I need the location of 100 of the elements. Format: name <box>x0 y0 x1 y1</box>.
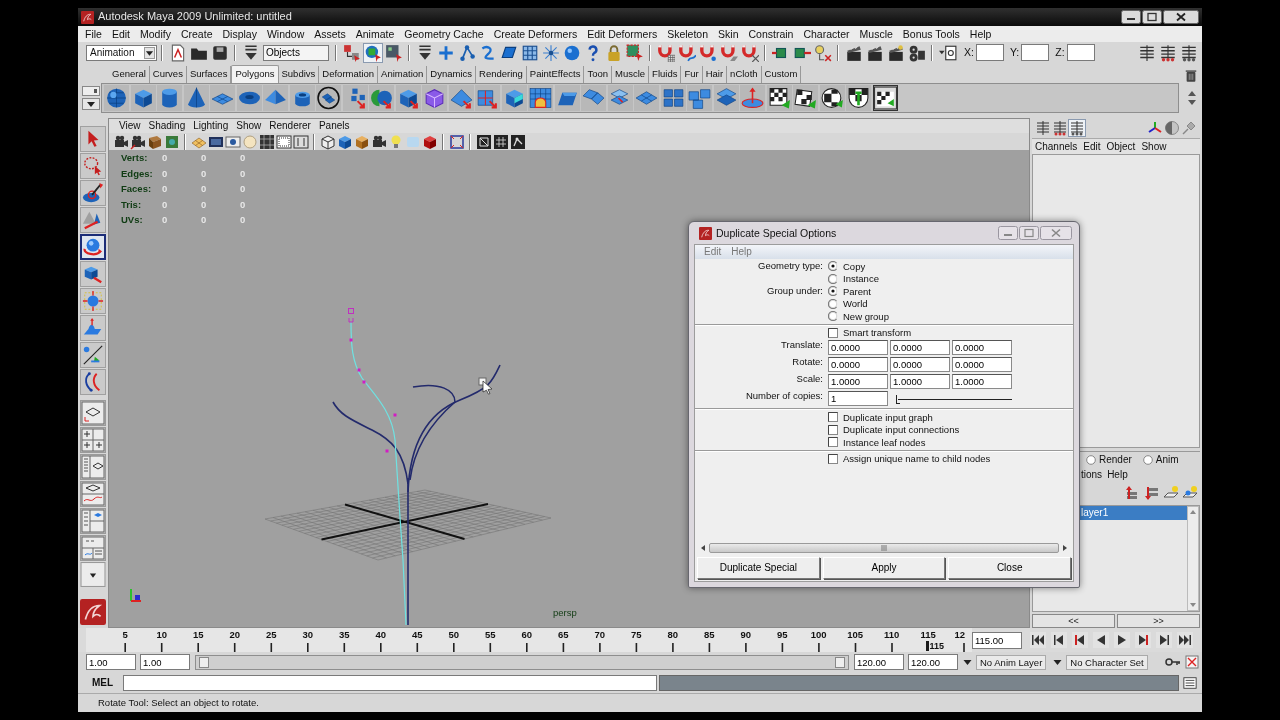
menu-item[interactable]: Edit Deformers <box>582 27 663 41</box>
plane-icon[interactable] <box>210 85 235 111</box>
ground-grid[interactable] <box>264 489 552 561</box>
maximize-icon[interactable] <box>1142 10 1162 24</box>
trash-can-icon[interactable] <box>1184 68 1198 83</box>
wireframe-cube-icon[interactable] <box>319 133 336 150</box>
step-forward-icon[interactable] <box>1156 632 1172 648</box>
circled-planes-icon[interactable] <box>316 85 341 111</box>
playback-end-field[interactable]: 120.00 <box>854 654 904 670</box>
play-backward-icon[interactable] <box>1093 632 1109 648</box>
joint-square-icon[interactable] <box>509 133 526 150</box>
tiles-icon[interactable] <box>713 85 739 111</box>
menu-item[interactable]: Animate <box>350 27 400 41</box>
camera-icon[interactable] <box>112 133 129 150</box>
arrow-pointer-icon[interactable] <box>80 126 106 152</box>
play-icon[interactable] <box>1114 632 1130 648</box>
menu-item[interactable]: Window <box>261 27 310 41</box>
number-field[interactable]: 0.0000 <box>952 357 1012 372</box>
minimize-icon[interactable] <box>1121 10 1141 24</box>
dialog-menu-item[interactable]: Help <box>726 246 757 258</box>
radio-button[interactable] <box>1086 454 1096 465</box>
panel-menu-item[interactable]: Show <box>232 120 266 132</box>
scroll-up-icon[interactable] <box>1186 89 1197 97</box>
checkbox[interactable] <box>828 453 838 464</box>
text-lines-icon[interactable] <box>1183 675 1198 690</box>
step-back-key-icon[interactable] <box>1072 632 1088 648</box>
layer-plane-icon[interactable] <box>1163 485 1179 501</box>
frame-corners-icon[interactable] <box>448 133 465 150</box>
dashed-frame-icon[interactable] <box>275 133 292 150</box>
grid-square-icon[interactable] <box>258 133 275 150</box>
cube-icon[interactable] <box>353 133 370 150</box>
snap-target-icon[interactable] <box>938 43 957 62</box>
cube-icon[interactable] <box>336 133 353 150</box>
vertical-scrollbar[interactable] <box>1187 506 1199 611</box>
attribute-list-icon[interactable] <box>1137 43 1156 62</box>
panel-menu-item[interactable]: Panels <box>314 120 354 132</box>
current-time-marker[interactable] <box>925 641 929 651</box>
lattice-icon[interactable] <box>520 43 539 62</box>
scroll-right-icon[interactable] <box>1062 543 1068 552</box>
menu-item[interactable]: Display <box>217 27 262 41</box>
scroll-down-icon[interactable] <box>1186 99 1197 107</box>
slider-handle[interactable] <box>199 656 209 668</box>
slab-icon[interactable] <box>554 85 580 111</box>
lasso-icon[interactable] <box>80 153 106 179</box>
film-reels-icon[interactable] <box>907 43 926 62</box>
cylinder-icon[interactable] <box>157 85 182 111</box>
radio-button[interactable] <box>828 311 838 322</box>
wire-cube-icon[interactable] <box>422 85 447 111</box>
tiles-icon[interactable] <box>581 85 606 111</box>
diagonal-line-icon[interactable] <box>80 342 106 368</box>
current-time-field[interactable]: 115.00 <box>972 631 1022 649</box>
caret-icon[interactable] <box>1052 657 1064 667</box>
axis-icon[interactable] <box>1147 120 1163 136</box>
cube-faces-icon[interactable] <box>501 85 527 111</box>
close-icon[interactable] <box>1163 10 1199 24</box>
view-panels-layout-icon[interactable] <box>80 508 106 534</box>
menu-set-dropdown[interactable]: Animation <box>86 44 157 61</box>
single-view-layout-icon[interactable] <box>80 400 106 426</box>
menu-item[interactable]: Constrain <box>743 27 799 41</box>
sphere-cursor-icon[interactable] <box>363 43 382 62</box>
menu-item[interactable]: Muscle <box>854 27 898 41</box>
attribute-list-icon[interactable] <box>1158 43 1177 62</box>
layer-menu-item[interactable]: Help <box>1106 468 1132 481</box>
number-field[interactable]: 0.0000 <box>828 357 888 372</box>
view-editor-layout-icon[interactable] <box>80 535 106 561</box>
app-logo-icon[interactable] <box>80 598 106 626</box>
paintbrush-icon[interactable] <box>80 180 106 206</box>
start-time-field[interactable]: 1.00 <box>86 654 136 670</box>
menu-item[interactable]: Create Deformers <box>488 27 583 41</box>
channel-menu-item[interactable]: Edit <box>1080 140 1104 153</box>
page-button[interactable]: >> <box>1117 614 1200 628</box>
circle-cross-icon[interactable] <box>813 43 832 62</box>
time-slider[interactable]: 5 10 15 20 25 30 35 40 45 50 55 60 65 70 75 80 85 90 95 100 105 110 115 12 115 <box>86 628 972 652</box>
menu-item[interactable]: Assets <box>309 27 351 41</box>
joint-chain-icon[interactable] <box>457 43 476 62</box>
coordinate-field[interactable] <box>1066 44 1095 61</box>
arch-grid-icon[interactable] <box>528 85 553 111</box>
playback-start-field[interactable]: 1.00 <box>140 654 190 670</box>
curves[interactable] <box>332 364 501 626</box>
manipulator-icon[interactable] <box>80 288 106 314</box>
magnet-plane-icon[interactable] <box>719 43 738 62</box>
panel-menu-item[interactable]: Lighting <box>189 120 233 132</box>
menu-item[interactable]: File <box>80 27 107 41</box>
go-to-start-icon[interactable] <box>1030 632 1046 648</box>
cursor-square-icon[interactable] <box>625 43 644 62</box>
menu-item[interactable]: Edit <box>106 27 135 41</box>
radio-button[interactable] <box>828 273 838 284</box>
half-circle-icon[interactable] <box>1164 120 1180 136</box>
channel-menu-item[interactable]: Object <box>1103 140 1139 153</box>
camera-icon[interactable] <box>370 133 387 150</box>
panel-menu-item[interactable]: View <box>115 120 145 132</box>
scrollbar-thumb[interactable] <box>709 542 1059 553</box>
layer-row[interactable]: layer1 <box>1079 506 1187 520</box>
number-field[interactable]: 0.0000 <box>890 340 950 355</box>
frame-lines-icon[interactable] <box>292 133 309 150</box>
checkbox[interactable] <box>828 437 838 448</box>
menu-item[interactable]: Bonus Tools <box>897 27 965 41</box>
caret-icon[interactable] <box>962 657 973 667</box>
hierarchy-icon[interactable] <box>342 43 361 62</box>
range-slider[interactable] <box>195 654 849 670</box>
